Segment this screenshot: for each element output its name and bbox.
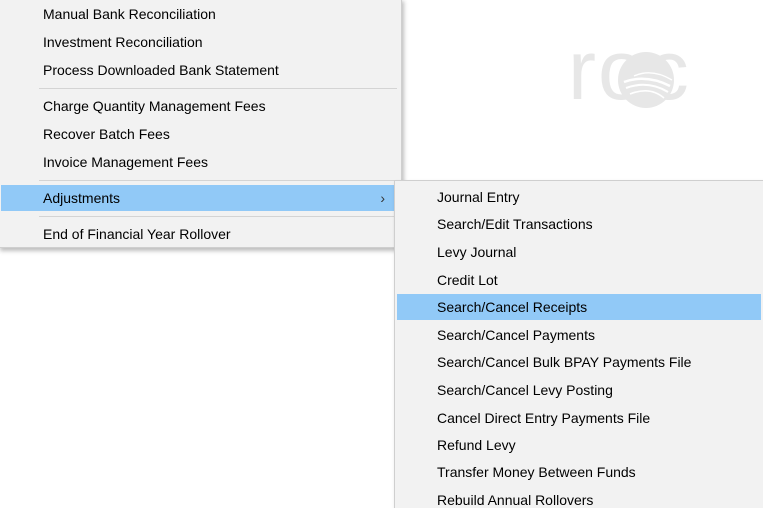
- submenu-item-search-cancel-receipts[interactable]: Search/Cancel Receipts: [397, 294, 761, 320]
- menu-item-label: Adjustments: [43, 190, 121, 206]
- menu-item-end-of-financial-year-rollover[interactable]: End of Financial Year Rollover: [1, 221, 399, 247]
- menu-separator: [39, 216, 397, 217]
- submenu-item-label: Rebuild Annual Rollovers: [437, 492, 594, 508]
- roc-logo: roc: [568, 28, 758, 118]
- submenu-item-search-edit-transactions[interactable]: Search/Edit Transactions: [397, 211, 761, 237]
- menu-item-process-downloaded-bank-statement[interactable]: Process Downloaded Bank Statement: [1, 57, 399, 83]
- chevron-right-icon: ›: [380, 190, 385, 206]
- app-stage: roc Manual Bank Reconciliation Investmen…: [0, 0, 763, 508]
- submenu-item-label: Search/Cancel Levy Posting: [437, 382, 613, 398]
- submenu-item-rebuild-annual-rollovers[interactable]: Rebuild Annual Rollovers: [397, 487, 761, 508]
- submenu-item-transfer-money-between-funds[interactable]: Transfer Money Between Funds: [397, 459, 761, 485]
- submenu-item-credit-lot[interactable]: Credit Lot: [397, 267, 761, 293]
- submenu-item-refund-levy[interactable]: Refund Levy: [397, 432, 761, 458]
- submenu-item-search-cancel-levy-posting[interactable]: Search/Cancel Levy Posting: [397, 377, 761, 403]
- submenu-item-label: Journal Entry: [437, 189, 520, 205]
- menu-item-label: Invoice Management Fees: [43, 154, 208, 170]
- menu-separator: [39, 180, 397, 181]
- logo-swoosh-icon: [618, 52, 674, 108]
- submenu-item-label: Credit Lot: [437, 272, 498, 288]
- menu-item-adjustments[interactable]: Adjustments ›: [1, 185, 399, 211]
- menu-item-invoice-management-fees[interactable]: Invoice Management Fees: [1, 149, 399, 175]
- menu-item-label: Recover Batch Fees: [43, 126, 170, 142]
- submenu-item-label: Cancel Direct Entry Payments File: [437, 410, 651, 426]
- menu-item-label: Manual Bank Reconciliation: [43, 6, 216, 22]
- submenu-item-label: Search/Edit Transactions: [437, 216, 593, 232]
- submenu-item-journal-entry[interactable]: Journal Entry: [397, 184, 761, 210]
- submenu-item-label: Transfer Money Between Funds: [437, 464, 636, 480]
- submenu-item-label: Levy Journal: [437, 244, 517, 260]
- submenu-item-search-cancel-payments[interactable]: Search/Cancel Payments: [397, 322, 761, 348]
- menu-item-recover-batch-fees[interactable]: Recover Batch Fees: [1, 121, 399, 147]
- submenu-item-label: Search/Cancel Bulk BPAY Payments File: [437, 354, 692, 370]
- menu-item-investment-reconciliation[interactable]: Investment Reconciliation: [1, 29, 399, 55]
- menu-item-label: Process Downloaded Bank Statement: [43, 62, 279, 78]
- main-menu: Manual Bank Reconciliation Investment Re…: [0, 0, 402, 248]
- submenu-item-label: Refund Levy: [437, 437, 516, 453]
- menu-item-label: Investment Reconciliation: [43, 34, 203, 50]
- adjustments-submenu: Journal Entry Search/Edit Transactions L…: [394, 180, 763, 508]
- menu-separator: [39, 88, 397, 89]
- submenu-item-label: Search/Cancel Payments: [437, 327, 595, 343]
- menu-item-manual-bank-reconciliation[interactable]: Manual Bank Reconciliation: [1, 1, 399, 27]
- submenu-item-label: Search/Cancel Receipts: [437, 299, 588, 315]
- menu-item-label: End of Financial Year Rollover: [43, 226, 231, 242]
- submenu-item-search-cancel-bulk-bpay-payments-file[interactable]: Search/Cancel Bulk BPAY Payments File: [397, 349, 761, 375]
- menu-item-charge-quantity-management-fees[interactable]: Charge Quantity Management Fees: [1, 93, 399, 119]
- submenu-item-cancel-direct-entry-payments-file[interactable]: Cancel Direct Entry Payments File: [397, 405, 761, 431]
- menu-item-label: Charge Quantity Management Fees: [43, 98, 266, 114]
- submenu-item-levy-journal[interactable]: Levy Journal: [397, 239, 761, 265]
